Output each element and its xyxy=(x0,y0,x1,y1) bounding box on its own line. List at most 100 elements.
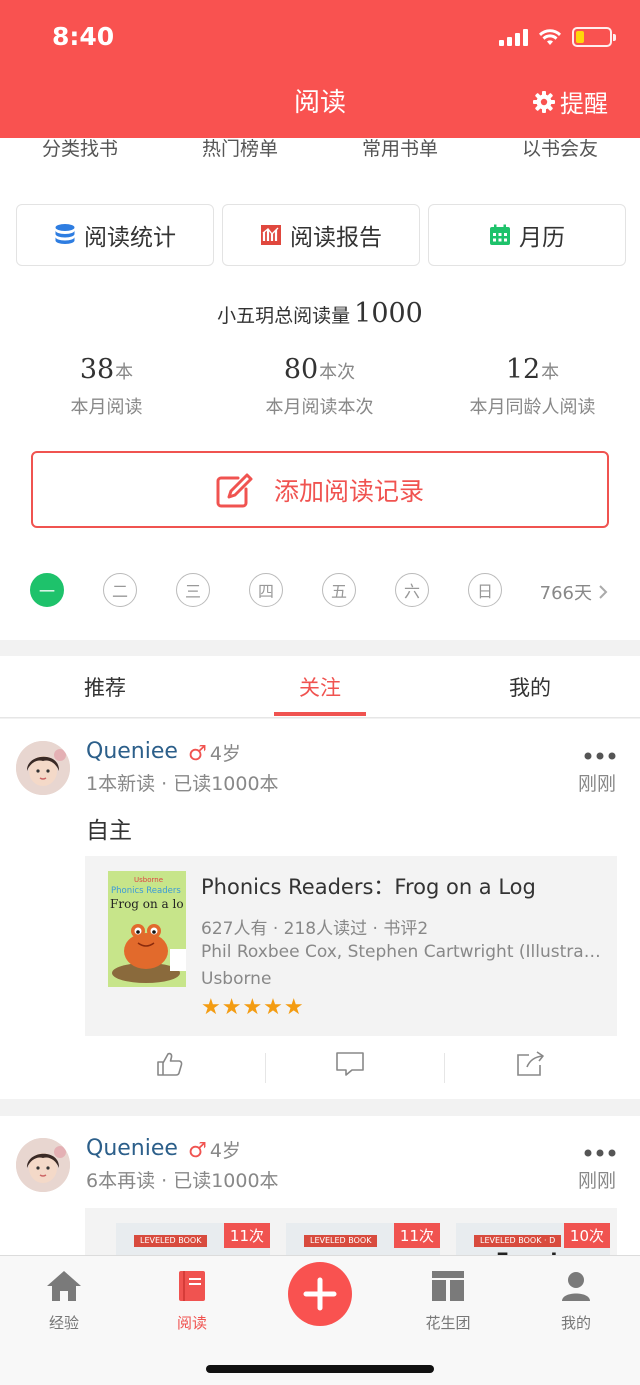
rating-stars: ★★★★★ xyxy=(201,995,305,1020)
feed-post: Queniee ♂ 4岁 6本再读 · 已读1000本 刚刚 LEVELED BO… xyxy=(0,1116,640,1283)
stat-number: 80 xyxy=(283,354,319,385)
share-icon xyxy=(517,1051,544,1076)
streak-link[interactable]: 766天 xyxy=(540,579,608,605)
feed-tabs: 推荐 关注 我的 xyxy=(0,656,640,718)
book-icon xyxy=(179,1271,205,1301)
book-card[interactable]: Usborne Phonics Readers Frog on a lo Pho… xyxy=(85,856,617,1036)
nav-hot-ranking[interactable]: 热门榜单 xyxy=(160,134,320,161)
day-thu[interactable]: 四 xyxy=(249,573,283,607)
tab-reading[interactable]: 阅读 xyxy=(128,1270,256,1333)
avatar-image xyxy=(16,1138,70,1192)
gender-age: ♂ 4岁 xyxy=(188,739,241,766)
age: 4岁 xyxy=(209,743,241,765)
stat-monthly-sessions: 80本次 本月阅读本次 xyxy=(213,354,426,419)
chevron-right-icon xyxy=(599,585,608,599)
avatar[interactable] xyxy=(16,741,70,795)
profile-icon xyxy=(562,1272,590,1301)
wifi-icon xyxy=(539,29,561,45)
tab-me[interactable]: 我的 xyxy=(512,1270,640,1333)
remind-button[interactable]: 提醒 xyxy=(532,84,608,119)
group-icon xyxy=(432,1271,464,1301)
nav-book-friends[interactable]: 以书会友 xyxy=(480,134,640,161)
more-options-icon[interactable] xyxy=(584,739,616,767)
post-note: 自主 xyxy=(86,818,132,844)
share-button[interactable] xyxy=(440,1051,620,1077)
read-count-badge: 11次 xyxy=(223,1223,270,1248)
total-reading-summary: 小五玥总阅读量 1000 xyxy=(0,298,640,329)
tab-mine[interactable]: 我的 xyxy=(425,672,635,702)
summary-value: 1000 xyxy=(354,298,423,329)
status-bar: 8:40 xyxy=(0,0,640,78)
system-icons xyxy=(499,27,616,47)
add-reading-record-label: 添加阅读记录 xyxy=(273,476,424,506)
book-title: Phonics Readers：Frog on a Log xyxy=(201,875,536,899)
male-icon: ♂ xyxy=(188,1137,207,1162)
tab-label: 经验 xyxy=(48,1314,79,1332)
add-reading-record-button[interactable]: 添加阅读记录 xyxy=(31,451,609,528)
stat-monthly-reading: 38本 本月阅读 xyxy=(0,354,213,419)
comment-icon xyxy=(336,1052,364,1076)
quick-actions: 阅读统计 阅读报告 月历 xyxy=(16,204,626,266)
stat-number: 38 xyxy=(79,354,115,385)
thumb-label: LEVELED BOOK · D xyxy=(474,1235,562,1247)
day-fri[interactable]: 五 xyxy=(322,573,356,607)
reading-dashboard: 阅读统计 阅读报告 月历 小五玥总阅读量 1000 38本 本月阅读 80本次 … xyxy=(0,170,640,640)
post-time: 刚刚 xyxy=(577,1170,616,1192)
reading-meta: 1本新读 · 已读1000本 xyxy=(86,773,279,795)
avatar-image xyxy=(16,741,70,795)
username[interactable]: Queniee xyxy=(86,1136,178,1161)
day-sun[interactable]: 日 xyxy=(468,573,502,607)
tab-peanut-group[interactable]: 花生团 xyxy=(384,1270,512,1333)
stat-unit: 本 xyxy=(115,362,134,383)
username[interactable]: Queniee xyxy=(86,739,178,764)
stat-label: 本月阅读本次 xyxy=(265,397,374,418)
cover-title: Frog on a lo xyxy=(110,897,184,911)
gear-icon xyxy=(533,90,555,113)
book-stats: 627人有 · 218人读过 · 书评2 xyxy=(201,919,429,939)
gender-age: ♂ 4岁 xyxy=(188,1136,241,1163)
stat-unit: 本 xyxy=(541,362,560,383)
reading-report-label: 阅读报告 xyxy=(290,225,382,251)
nav-common-booklist[interactable]: 常用书单 xyxy=(320,134,480,161)
tab-label: 花生团 xyxy=(425,1314,471,1332)
streak-days: 766天 xyxy=(539,583,592,604)
book-author: Phil Roxbee Cox, Stephen Cartwright (Ill… xyxy=(201,942,603,962)
calendar-label: 月历 xyxy=(519,225,565,251)
add-plus-button[interactable] xyxy=(288,1262,352,1326)
active-tab-indicator xyxy=(274,712,366,716)
day-wed[interactable]: 三 xyxy=(176,573,210,607)
database-icon xyxy=(55,224,75,244)
home-indicator xyxy=(206,1365,434,1373)
nav-category-search[interactable]: 分类找书 xyxy=(0,134,160,161)
stat-peer-reading: 12本 本月同龄人阅读 xyxy=(426,354,639,419)
reading-stats-label: 阅读统计 xyxy=(84,225,176,251)
reading-stats-button[interactable]: 阅读统计 xyxy=(16,204,214,266)
tab-recommend[interactable]: 推荐 xyxy=(0,672,210,702)
battery-icon xyxy=(572,27,616,47)
calendar-button[interactable]: 月历 xyxy=(428,204,626,266)
reading-meta: 6本再读 · 已读1000本 xyxy=(86,1170,279,1192)
thumb-label: LEVELED BOOK xyxy=(304,1235,378,1247)
stat-number: 12 xyxy=(505,354,541,385)
more-options-icon[interactable] xyxy=(584,1136,616,1164)
tab-experience[interactable]: 经验 xyxy=(0,1270,128,1333)
cellular-signal-icon xyxy=(499,28,528,46)
age: 4岁 xyxy=(209,1140,241,1162)
day-tue[interactable]: 二 xyxy=(103,573,137,607)
comment-button[interactable] xyxy=(260,1051,440,1077)
bottom-tab-bar: 经验 阅读 花生团 我的 xyxy=(0,1255,640,1385)
summary-text: 小五玥总阅读量 xyxy=(217,305,351,327)
avatar[interactable] xyxy=(16,1138,70,1192)
cover-series: Usborne xyxy=(134,876,163,884)
day-sat[interactable]: 六 xyxy=(395,573,429,607)
day-mon[interactable]: 一 xyxy=(30,573,64,607)
app-header: 8:40 阅读 提醒 xyxy=(0,0,640,138)
stat-label: 本月阅读 xyxy=(70,397,143,418)
reading-report-button[interactable]: 阅读报告 xyxy=(222,204,420,266)
stat-unit: 本次 xyxy=(319,362,356,383)
tab-following[interactable]: 关注 xyxy=(215,672,425,702)
post-actions xyxy=(0,1045,640,1089)
thumbs-up-icon xyxy=(157,1052,183,1076)
edit-icon xyxy=(216,473,253,507)
like-button[interactable] xyxy=(80,1051,260,1077)
